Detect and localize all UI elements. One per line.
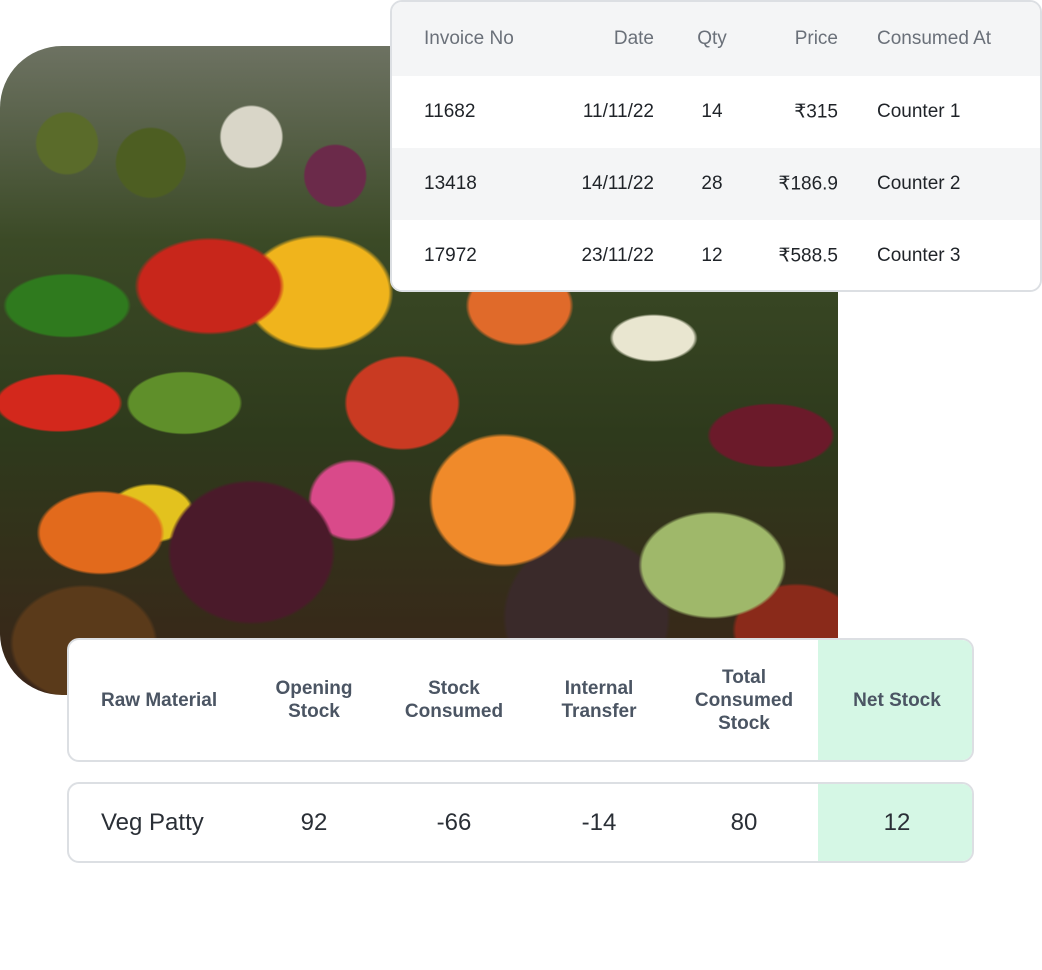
invoice-no: 17972 (424, 245, 477, 266)
header-consumed-at: Consumed At (877, 28, 992, 49)
stock-table-header: Raw Material Opening Stock Stock Consume… (67, 638, 974, 762)
price: ₹186.9 (778, 173, 838, 195)
qty: 28 (701, 173, 723, 194)
header-internal-transfer: Internal Transfer (561, 678, 637, 722)
invoice-no: 13418 (424, 173, 477, 194)
header-total-consumed-stock: Total Consumed Stock (694, 666, 794, 734)
date: 14/11/22 (581, 173, 654, 194)
consumed-at: Counter 3 (877, 245, 961, 266)
date: 11/11/22 (582, 101, 654, 122)
price: ₹588.5 (778, 245, 838, 267)
table-row: 17972 23/11/22 12 ₹588.5 Counter 3 (392, 220, 1040, 290)
table-header: Invoice No Date Qty Price Consumed At (392, 2, 1040, 76)
table-row: 13418 14/11/22 28 ₹186.9 Counter 2 (392, 148, 1040, 220)
qty: 12 (701, 245, 723, 266)
table-row: 11682 11/11/22 14 ₹315 Counter 1 (392, 76, 1040, 148)
stock-consumed: -66 (436, 809, 472, 836)
internal-transfer: -14 (581, 809, 617, 836)
consumed-at: Counter 1 (877, 101, 961, 122)
opening-stock: 92 (300, 809, 328, 836)
header-raw-material: Raw Material (101, 689, 218, 711)
raw-material: Veg Patty (101, 809, 204, 836)
header-price: Price (794, 28, 838, 49)
header-qty: Qty (697, 28, 727, 49)
header-date: Date (613, 28, 654, 49)
date: 23/11/22 (581, 245, 654, 266)
invoice-table: Invoice No Date Qty Price Consumed At 11… (390, 0, 1042, 292)
qty: 14 (701, 101, 723, 122)
invoice-no: 11682 (424, 101, 476, 122)
net-stock: 12 (818, 784, 972, 861)
header-stock-consumed: Stock Consumed (404, 678, 504, 722)
price: ₹315 (794, 101, 838, 123)
header-net-stock: Net Stock (818, 640, 972, 760)
consumed-at: Counter 2 (877, 173, 961, 194)
total-consumed-stock: 80 (730, 809, 758, 836)
header-invoice-no: Invoice No (424, 28, 514, 49)
header-opening-stock: Opening Stock (275, 678, 353, 722)
stock-table-row: Veg Patty 92 -66 -14 80 12 (67, 782, 974, 863)
